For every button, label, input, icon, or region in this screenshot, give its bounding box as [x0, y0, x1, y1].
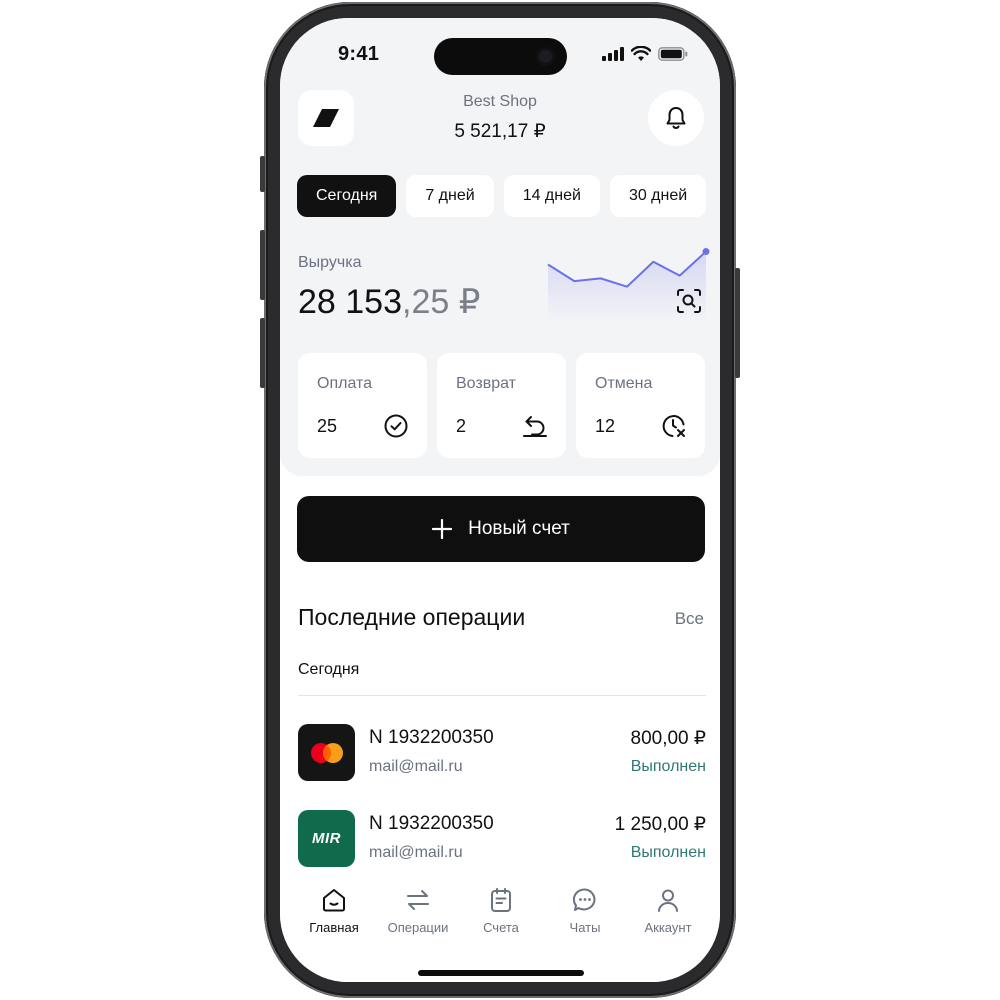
operation-amount: 1 250,00 ₽ — [614, 814, 706, 835]
stat-value: 12 — [595, 416, 616, 436]
stat-label: Отмена — [595, 375, 653, 392]
operation-amount: 800,00 ₽ — [630, 728, 706, 749]
stat-card-refund[interactable]: Возврат 2 — [437, 353, 566, 458]
home-indicator — [418, 970, 584, 976]
nav-label: Главная — [309, 920, 359, 935]
dynamic-island — [434, 38, 567, 75]
nav-label: Чаты — [569, 920, 601, 935]
revenue-label: Выручка — [298, 254, 362, 271]
user-icon — [658, 889, 678, 912]
nav-label: Аккаунт — [644, 920, 692, 935]
mastercard-icon — [310, 742, 343, 763]
mir-logo: MIR — [298, 810, 355, 867]
operation-status: Выполнен — [630, 758, 706, 775]
invoice-icon — [491, 888, 511, 912]
operation-row[interactable]: MIR N 1932200350 mail@mail.ru 1 250,00 ₽… — [298, 810, 706, 868]
revenue-amount-fraction: ,25 ₽ — [402, 283, 481, 321]
bell-icon — [666, 107, 686, 129]
tab-7-days[interactable]: 7 дней — [406, 175, 494, 217]
zoom-search-icon[interactable] — [676, 288, 702, 314]
operation-email: mail@mail.ru — [369, 844, 463, 861]
recent-operations-title: Последние операции — [298, 604, 526, 630]
wifi-icon — [631, 46, 651, 61]
volume-down-button — [260, 318, 265, 388]
nav-label: Счета — [483, 920, 519, 935]
volume-up-button — [260, 230, 265, 300]
stat-card-cancel[interactable]: Отмена 12 — [576, 353, 705, 458]
operation-email: mail@mail.ru — [369, 758, 463, 775]
camera-icon — [536, 47, 555, 66]
date-group-label: Сегодня — [298, 661, 360, 678]
operation-number: N 1932200350 — [369, 813, 494, 834]
transfer-arrows-icon — [407, 890, 429, 910]
status-icons — [602, 46, 688, 61]
chat-icon — [572, 888, 596, 911]
tab-today[interactable]: Сегодня — [297, 175, 397, 217]
nav-item-operations[interactable]: Операции — [376, 886, 460, 935]
nav-item-invoices[interactable]: Счета — [459, 886, 543, 935]
sparkline-last-point — [702, 248, 710, 256]
status-time: 9:41 — [338, 43, 380, 65]
tab-14-days[interactable]: 14 дней — [503, 175, 600, 217]
clock-cancel-icon — [662, 415, 685, 437]
nav-label: Операции — [387, 920, 449, 935]
notifications-button[interactable] — [648, 90, 704, 146]
operation-row[interactable]: N 1932200350 mail@mail.ru 800,00 ₽ Выпол… — [298, 724, 706, 782]
home-icon — [323, 889, 345, 912]
divider — [298, 695, 706, 696]
mastercard-logo — [298, 724, 355, 781]
operation-number: N 1932200350 — [369, 727, 494, 748]
check-circle-icon — [384, 414, 408, 438]
nav-item-chats[interactable]: Чаты — [543, 886, 627, 935]
stat-card-payment[interactable]: Оплата 25 — [298, 353, 427, 458]
stat-label: Возврат — [456, 375, 516, 392]
undo-icon — [523, 416, 547, 437]
revenue-amount-main: 28 153 — [298, 283, 402, 321]
stat-label: Оплата — [317, 375, 373, 392]
stat-value: 2 — [456, 416, 467, 436]
battery-icon — [658, 46, 688, 61]
nav-item-account[interactable]: Аккаунт — [626, 886, 710, 935]
mute-switch — [260, 156, 265, 192]
phone-screen: 9:41 Best Shop 5 521,17 ₽ Сегодня 7 дней… — [280, 18, 720, 982]
new-invoice-button[interactable]: Новый счет — [297, 496, 705, 562]
stat-value: 25 — [317, 416, 338, 436]
revenue-amount: 28 153,25 ₽ — [298, 282, 480, 322]
bottom-navigation: Главная Операции Счета Чаты Аккаунт — [280, 876, 720, 982]
nav-item-home[interactable]: Главная — [292, 886, 376, 935]
signal-icon — [602, 46, 624, 61]
see-all-link[interactable]: Все — [675, 609, 704, 629]
tab-30-days[interactable]: 30 дней — [609, 175, 707, 217]
power-button — [735, 268, 740, 378]
mir-logo-text: MIR — [312, 830, 341, 847]
plus-icon — [432, 519, 453, 539]
new-invoice-label: Новый счет — [468, 518, 570, 539]
operation-status: Выполнен — [630, 844, 706, 861]
period-tabs: Сегодня 7 дней 14 дней 30 дней — [297, 175, 707, 217]
